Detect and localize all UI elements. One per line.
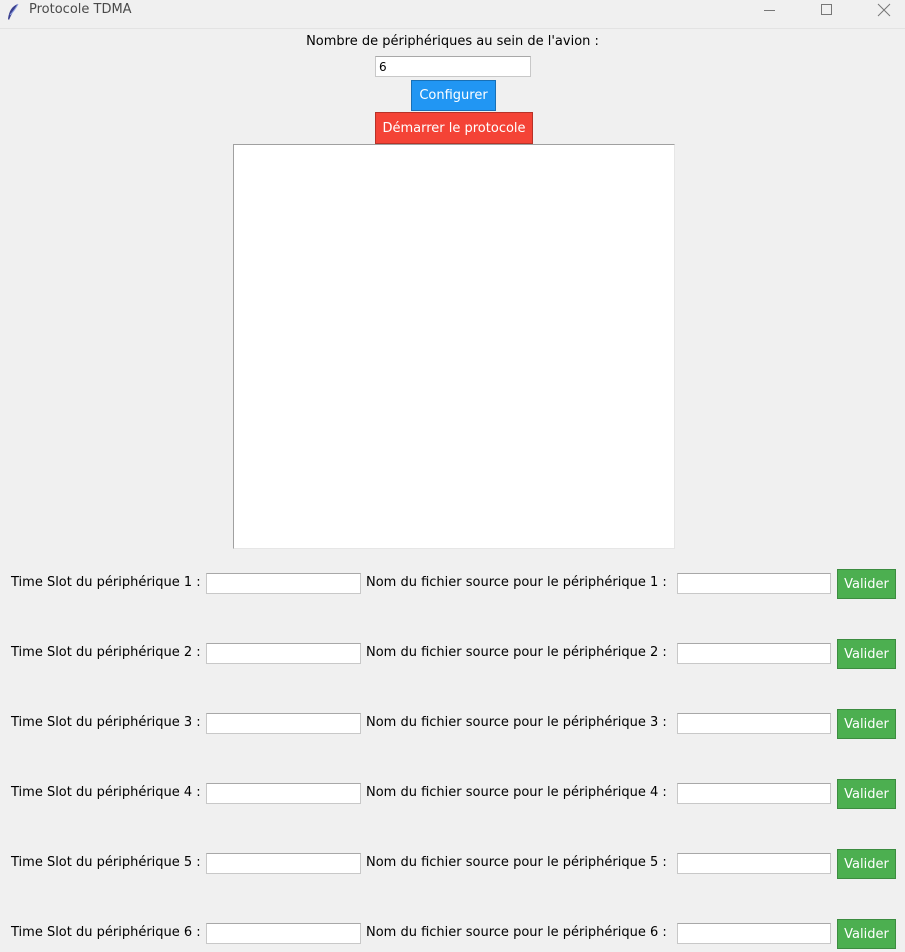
timeslot-label: Time Slot du périphérique 6 :	[11, 925, 201, 940]
close-icon	[877, 3, 891, 17]
minimize-button[interactable]	[740, 0, 798, 28]
source-file-input-4[interactable]	[677, 783, 831, 804]
timeslot-label: Time Slot du périphérique 4 :	[11, 785, 201, 800]
device-row-2: Time Slot du périphérique 2 : Nom du fic…	[0, 638, 905, 670]
source-file-label: Nom du fichier source pour le périphériq…	[366, 925, 667, 940]
device-row-5: Time Slot du périphérique 5 : Nom du fic…	[0, 848, 905, 880]
device-count-prompt: Nombre de périphériques au sein de l'avi…	[306, 34, 599, 49]
validate-button-4[interactable]: Valider	[837, 779, 896, 809]
device-row-1: Time Slot du périphérique 1 : Nom du fic…	[0, 568, 905, 600]
validate-button-6[interactable]: Valider	[837, 919, 896, 949]
timeslot-label: Time Slot du périphérique 1 :	[11, 575, 201, 590]
timeslot-input-3[interactable]	[206, 713, 361, 734]
device-row-4: Time Slot du périphérique 4 : Nom du fic…	[0, 778, 905, 810]
timeslot-input-2[interactable]	[206, 643, 361, 664]
source-file-label: Nom du fichier source pour le périphériq…	[366, 855, 667, 870]
output-canvas	[233, 144, 675, 549]
configure-button[interactable]: Configurer	[411, 80, 496, 111]
validate-button-5[interactable]: Valider	[837, 849, 896, 879]
source-file-label: Nom du fichier source pour le périphériq…	[366, 645, 667, 660]
source-file-label: Nom du fichier source pour le périphériq…	[366, 715, 667, 730]
source-file-input-3[interactable]	[677, 713, 831, 734]
validate-button-1[interactable]: Valider	[837, 569, 896, 599]
source-file-label: Nom du fichier source pour le périphériq…	[366, 575, 667, 590]
feather-icon	[8, 3, 19, 20]
timeslot-label: Time Slot du périphérique 2 :	[11, 645, 201, 660]
timeslot-input-5[interactable]	[206, 853, 361, 874]
close-button[interactable]	[855, 0, 905, 28]
timeslot-input-6[interactable]	[206, 923, 361, 944]
validate-button-3[interactable]: Valider	[837, 709, 896, 739]
source-file-input-5[interactable]	[677, 853, 831, 874]
device-row-6: Time Slot du périphérique 6 : Nom du fic…	[0, 918, 905, 950]
start-protocol-button[interactable]: Démarrer le protocole	[375, 112, 533, 144]
timeslot-input-1[interactable]	[206, 573, 361, 594]
device-count-input[interactable]	[375, 56, 531, 77]
maximize-button[interactable]	[797, 0, 855, 28]
source-file-input-1[interactable]	[677, 573, 831, 594]
timeslot-input-4[interactable]	[206, 783, 361, 804]
window-title: Protocole TDMA	[29, 2, 132, 17]
source-file-label: Nom du fichier source pour le périphériq…	[366, 785, 667, 800]
validate-button-2[interactable]: Valider	[837, 639, 896, 669]
timeslot-label: Time Slot du périphérique 5 :	[11, 855, 201, 870]
source-file-input-6[interactable]	[677, 923, 831, 944]
device-row-3: Time Slot du périphérique 3 : Nom du fic…	[0, 708, 905, 740]
timeslot-label: Time Slot du périphérique 3 :	[11, 715, 201, 730]
title-bar: Protocole TDMA	[0, 0, 905, 29]
source-file-input-2[interactable]	[677, 643, 831, 664]
